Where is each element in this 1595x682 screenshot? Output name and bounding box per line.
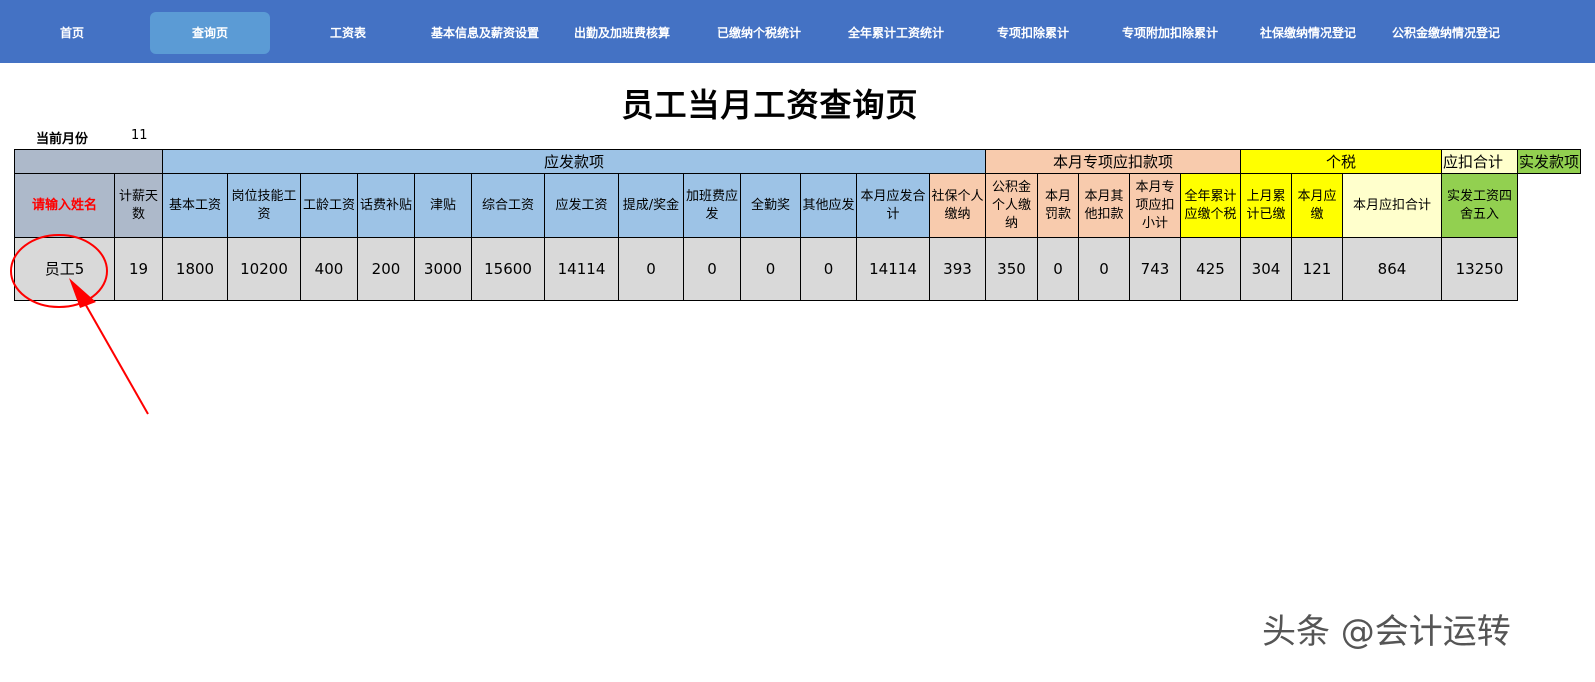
nav-basic-info-button[interactable]: 基本信息及薪资设置 xyxy=(424,12,546,54)
nav-bar: 首页 查询页 工资表 基本信息及薪资设置 出勤及加班费核算 已缴纳个税统计 全年… xyxy=(0,0,1595,63)
table-cell: 400 xyxy=(300,237,358,301)
column-header: 其他应发 xyxy=(800,173,857,238)
nav-query-button[interactable]: 查询页 xyxy=(150,12,270,54)
table-cell: 15600 xyxy=(471,237,545,301)
group-header-net-pay: 实发款项 xyxy=(1516,149,1582,174)
table-cell: 0 xyxy=(1078,237,1130,301)
column-header: 全勤奖 xyxy=(740,173,801,238)
column-header: 话费补贴 xyxy=(357,173,415,238)
table-cell: 0 xyxy=(618,237,684,301)
column-header: 本月应扣合计 xyxy=(1342,173,1442,238)
column-header: 本月其他扣款 xyxy=(1078,173,1130,238)
column-header: 本月罚款 xyxy=(1037,173,1079,238)
column-header: 工龄工资 xyxy=(300,173,358,238)
nav-payroll-button[interactable]: 工资表 xyxy=(288,12,408,54)
arrow-line xyxy=(78,292,149,415)
salary-table: 应发款项 本月专项应扣款项 个税 应扣合计 实发款项 请输入姓名 计薪天数 基本… xyxy=(14,149,1582,301)
column-header: 应发工资 xyxy=(544,173,619,238)
table-cell: 0 xyxy=(683,237,741,301)
nav-additional-deduction-button[interactable]: 专项附加扣除累计 xyxy=(1109,12,1231,54)
current-month-label: 当前月份 xyxy=(36,132,89,147)
table-cell: 393 xyxy=(929,237,986,301)
column-header: 基本工资 xyxy=(162,173,228,238)
column-header: 公积金个人缴纳 xyxy=(985,173,1038,238)
table-cell: 14114 xyxy=(544,237,619,301)
column-header: 计薪天数 xyxy=(114,173,163,238)
watermark-text: 头条 @会计运转 xyxy=(1262,612,1511,652)
nav-home-button[interactable]: 首页 xyxy=(12,12,132,54)
group-header-payable: 应发款项 xyxy=(162,149,986,174)
nav-special-deduction-button[interactable]: 专项扣除累计 xyxy=(972,12,1094,54)
table-cell: 19 xyxy=(114,237,163,301)
name-group-header xyxy=(14,149,163,174)
column-header: 津贴 xyxy=(414,173,472,238)
table-cell: 304 xyxy=(1240,237,1292,301)
nav-housing-fund-button[interactable]: 公积金缴纳情况登记 xyxy=(1383,12,1509,54)
employee-name-input[interactable]: 员工5 xyxy=(14,237,115,301)
table-cell: 3000 xyxy=(414,237,472,301)
column-header: 岗位技能工资 xyxy=(227,173,301,238)
current-month-value[interactable]: 11 xyxy=(131,128,148,143)
table-cell: 13250 xyxy=(1441,237,1518,301)
nav-attendance-button[interactable]: 出勤及加班费核算 xyxy=(561,12,683,54)
column-header: 本月应发合计 xyxy=(856,173,930,238)
page-title: 员工当月工资查询页 xyxy=(621,86,919,124)
name-prompt-label: 请输入姓名 xyxy=(14,173,115,238)
table-row: 员工5 19 1800 10200 400 200 3000 15600 141… xyxy=(14,237,1581,301)
table-cell: 864 xyxy=(1342,237,1442,301)
group-header-total-deduction: 应扣合计 xyxy=(1441,149,1518,174)
table-cell: 0 xyxy=(1037,237,1079,301)
column-header: 提成/奖金 xyxy=(618,173,684,238)
table-cell: 10200 xyxy=(227,237,301,301)
table-cell: 121 xyxy=(1291,237,1343,301)
table-cell: 350 xyxy=(985,237,1038,301)
column-header: 本月应缴 xyxy=(1291,173,1343,238)
table-cell: 743 xyxy=(1129,237,1181,301)
group-header-income-tax: 个税 xyxy=(1240,149,1442,174)
column-header: 加班费应发 xyxy=(683,173,741,238)
table-cell: 0 xyxy=(740,237,801,301)
table-cell: 1800 xyxy=(162,237,228,301)
column-header: 本月专项应扣小计 xyxy=(1129,173,1181,238)
column-header: 全年累计应缴个税 xyxy=(1180,173,1241,238)
column-header: 上月累计已缴 xyxy=(1240,173,1292,238)
table-cell: 425 xyxy=(1180,237,1241,301)
group-header-special-deduction: 本月专项应扣款项 xyxy=(985,149,1241,174)
nav-annual-salary-button[interactable]: 全年累计工资统计 xyxy=(835,12,957,54)
nav-paid-tax-button[interactable]: 已缴纳个税统计 xyxy=(698,12,820,54)
table-cell: 200 xyxy=(357,237,415,301)
column-header: 实发工资四舍五入 xyxy=(1441,173,1518,238)
column-header: 综合工资 xyxy=(471,173,545,238)
table-cell: 14114 xyxy=(856,237,930,301)
table-cell: 0 xyxy=(800,237,857,301)
nav-social-security-button[interactable]: 社保缴纳情况登记 xyxy=(1246,12,1370,54)
column-header: 社保个人缴纳 xyxy=(929,173,986,238)
